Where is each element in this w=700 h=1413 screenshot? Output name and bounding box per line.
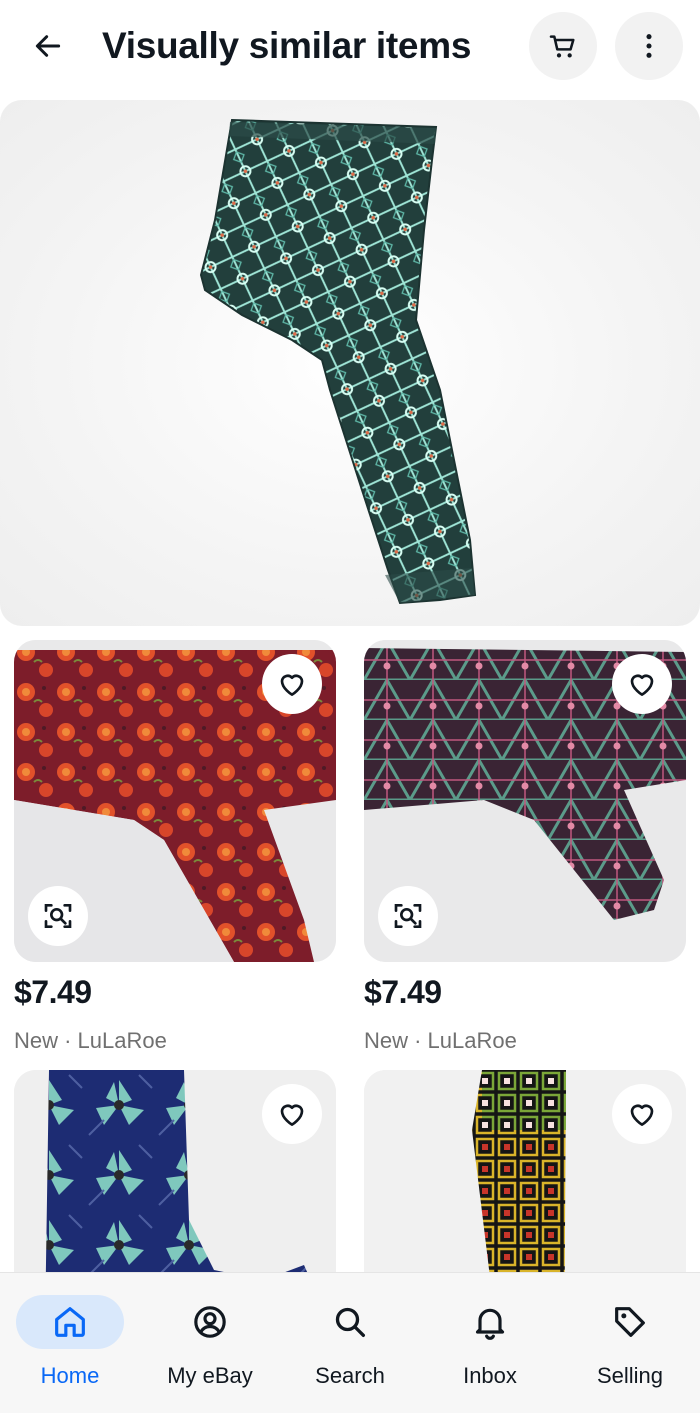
more-vertical-icon: [646, 34, 652, 58]
nav-label: Search: [315, 1363, 385, 1388]
heart-icon: [280, 674, 304, 696]
heart-icon: [630, 674, 654, 696]
image-search-icon: [394, 904, 422, 928]
more-options-button[interactable]: [615, 12, 683, 80]
nav-icon-container: [16, 1295, 124, 1349]
source-item-image[interactable]: [0, 100, 700, 626]
bottom-navigation: Home My eBay Search Inbox Selling: [0, 1272, 700, 1413]
favorite-button[interactable]: [612, 1084, 672, 1144]
item-image[interactable]: [14, 640, 336, 962]
nav-item-search[interactable]: Search: [280, 1273, 420, 1413]
item-card[interactable]: $7.49 New · LuLaRoe: [364, 640, 686, 1053]
account-icon: [194, 1306, 226, 1338]
item-card[interactable]: $7.49 New · LuLaRoe: [14, 640, 336, 1053]
nav-icon-container: [436, 1295, 544, 1349]
nav-item-selling[interactable]: Selling: [560, 1273, 700, 1413]
nav-item-my-ebay[interactable]: My eBay: [140, 1273, 280, 1413]
tag-icon: [615, 1307, 645, 1337]
page-title: Visually similar items: [102, 25, 472, 66]
favorite-button[interactable]: [262, 1084, 322, 1144]
home-icon: [55, 1307, 85, 1337]
top-app-bar: Visually similar items: [0, 0, 700, 96]
item-price: $7.49: [364, 974, 442, 1010]
item-image[interactable]: [364, 640, 686, 962]
nav-item-inbox[interactable]: Inbox: [420, 1273, 560, 1413]
search-icon: [335, 1307, 365, 1337]
visual-search-button[interactable]: [378, 886, 438, 946]
nav-label: My eBay: [167, 1363, 253, 1388]
nav-item-home[interactable]: Home: [0, 1273, 140, 1413]
cart-icon: [549, 35, 575, 58]
nav-label: Selling: [596, 1363, 664, 1388]
heart-icon: [630, 1104, 654, 1126]
visual-search-button[interactable]: [28, 886, 88, 946]
heart-icon: [280, 1104, 304, 1126]
item-condition-brand: New · LuLaRoe: [364, 1028, 517, 1053]
nav-icon-container: [296, 1295, 404, 1349]
image-search-icon: [44, 904, 72, 928]
arrow-left-icon: [35, 35, 61, 57]
nav-label: Inbox: [463, 1363, 517, 1388]
item-condition-brand: New · LuLaRoe: [14, 1028, 167, 1053]
favorite-button[interactable]: [612, 654, 672, 714]
item-price: $7.49: [14, 974, 92, 1010]
leggings-image: [199, 118, 477, 605]
back-button[interactable]: [24, 22, 72, 70]
cart-button[interactable]: [529, 12, 597, 80]
bell-icon: [475, 1308, 505, 1340]
nav-icon-container: [576, 1295, 684, 1349]
nav-icon-container: [156, 1295, 264, 1349]
nav-label: Home: [40, 1363, 100, 1388]
favorite-button[interactable]: [262, 654, 322, 714]
